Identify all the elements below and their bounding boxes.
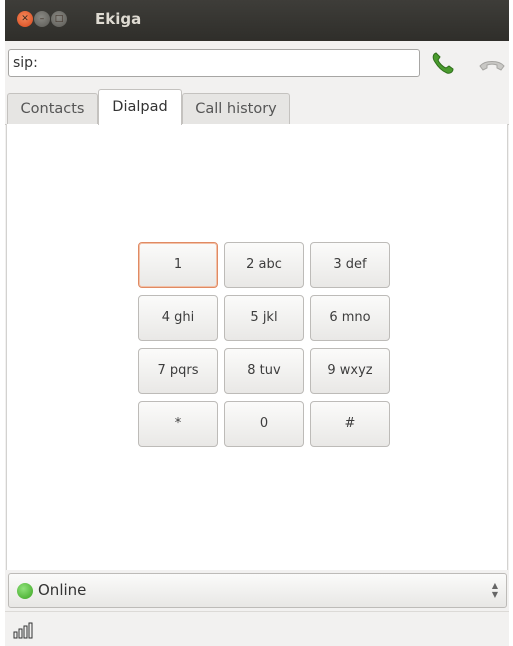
minimize-icon: –	[39, 14, 45, 24]
hangup-button[interactable]	[477, 52, 507, 78]
dialpad-key-8[interactable]: 8 tuv	[224, 348, 304, 394]
title-bar: ✕ – □ Ekiga	[5, 0, 509, 41]
dialpad-key-star[interactable]: *	[138, 401, 218, 447]
dialpad-panel: 1 2 abc 3 def 4 ghi 5 jkl 6 mno 7 pqrs 8…	[6, 124, 508, 570]
dialpad-key-0[interactable]: 0	[224, 401, 304, 447]
tab-contacts[interactable]: Contacts	[7, 93, 98, 124]
dialpad-key-6[interactable]: 6 mno	[310, 295, 390, 341]
window-title: Ekiga	[95, 10, 142, 28]
phone-hangup-icon	[479, 61, 505, 71]
maximize-icon: □	[54, 14, 64, 24]
ekiga-window: ✕ – □ Ekiga Contacts Dialpad Call histor…	[5, 0, 509, 646]
signal-strength-icon	[13, 622, 33, 639]
close-window-button[interactable]: ✕	[17, 11, 33, 27]
minimize-window-button[interactable]: –	[34, 11, 50, 27]
dialpad-key-2[interactable]: 2 abc	[224, 242, 304, 288]
maximize-window-button[interactable]: □	[51, 11, 67, 27]
sip-uri-input[interactable]	[8, 49, 420, 77]
phone-call-icon	[432, 52, 454, 74]
dialpad-key-1[interactable]: 1	[138, 242, 218, 288]
presence-status-label: Online	[38, 581, 87, 599]
tab-dialpad[interactable]: Dialpad	[98, 89, 182, 125]
call-button[interactable]	[430, 50, 456, 76]
dialpad-key-9[interactable]: 9 wxyz	[310, 348, 390, 394]
dialpad-key-5[interactable]: 5 jkl	[224, 295, 304, 341]
status-bar	[5, 611, 509, 646]
dialpad-key-3[interactable]: 3 def	[310, 242, 390, 288]
dialpad-key-hash[interactable]: #	[310, 401, 390, 447]
tab-call-history[interactable]: Call history	[182, 93, 290, 124]
close-icon: ✕	[21, 14, 29, 24]
presence-status-select[interactable]: Online ▲ ▼	[8, 573, 507, 608]
online-status-icon	[17, 583, 33, 599]
up-down-arrows-icon: ▲ ▼	[491, 581, 498, 599]
dialpad-key-4[interactable]: 4 ghi	[138, 295, 218, 341]
dialpad-key-7[interactable]: 7 pqrs	[138, 348, 218, 394]
